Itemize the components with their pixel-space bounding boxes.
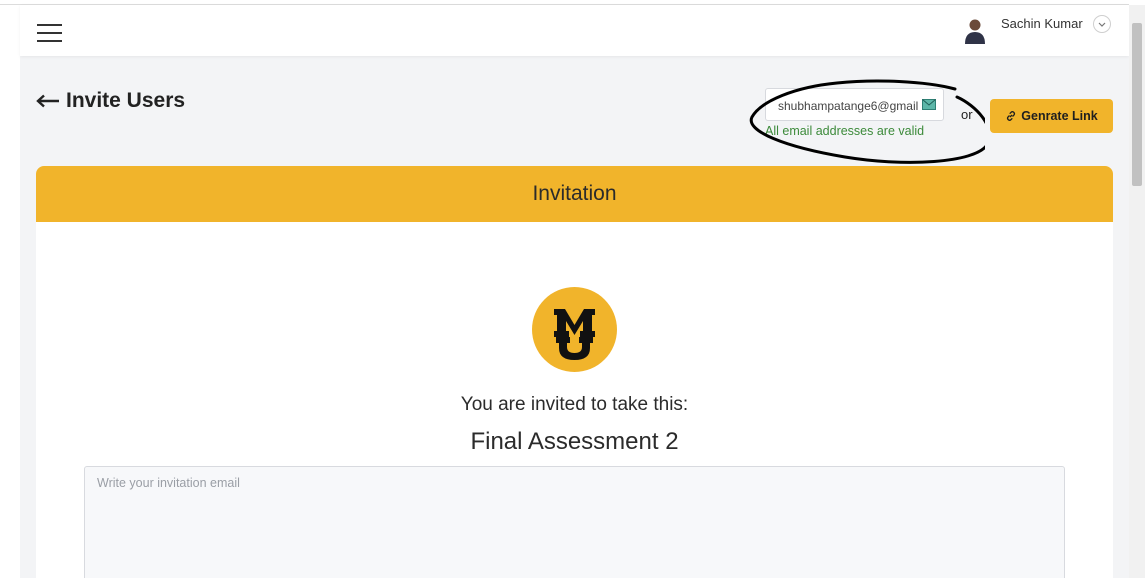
- left-gutter: [0, 5, 20, 578]
- scrollbar[interactable]: [1129, 5, 1145, 578]
- page-title-text: Invite Users: [66, 89, 186, 112]
- email-input-value: shubhampatange6@gmail: [778, 99, 919, 113]
- assessment-title: Final Assessment 2: [470, 428, 679, 455]
- validation-message: All email addresses are valid: [765, 124, 925, 138]
- scrollbar-thumb[interactable]: [1132, 23, 1142, 186]
- or-separator: or: [961, 107, 973, 122]
- user-icon[interactable]: [964, 18, 986, 44]
- card-title: Invitation: [532, 182, 617, 205]
- email-input[interactable]: shubhampatange6@gmail: [765, 88, 944, 121]
- generate-link-label: Genrate Link: [1021, 109, 1098, 123]
- textarea-placeholder: Write your invitation email: [97, 476, 240, 490]
- mail-icon: [922, 99, 936, 110]
- invitation-card: Invitation You are invited to take this:…: [36, 166, 1113, 578]
- chevron-down-icon: [1098, 22, 1106, 27]
- arrow-left-icon[interactable]: [36, 94, 60, 108]
- top-header: Sachin Kumar: [20, 5, 1129, 56]
- card-header: Invitation: [36, 166, 1113, 222]
- user-menu-toggle[interactable]: [1093, 15, 1111, 33]
- invite-line: You are invited to take this:: [460, 394, 689, 415]
- browser-frame: Sachin Kumar Invite Users shubhampatange…: [0, 0, 1145, 578]
- generate-link-button[interactable]: Genrate Link: [990, 99, 1113, 133]
- mizzou-logo: [532, 287, 617, 372]
- link-icon: [1007, 111, 1016, 121]
- user-name[interactable]: Sachin Kumar: [1001, 16, 1083, 31]
- menu-icon[interactable]: [37, 24, 62, 42]
- app-container: Sachin Kumar Invite Users shubhampatange…: [20, 5, 1129, 578]
- invitation-email-textarea[interactable]: Write your invitation email: [84, 466, 1065, 578]
- page-title: Invite Users: [36, 89, 185, 113]
